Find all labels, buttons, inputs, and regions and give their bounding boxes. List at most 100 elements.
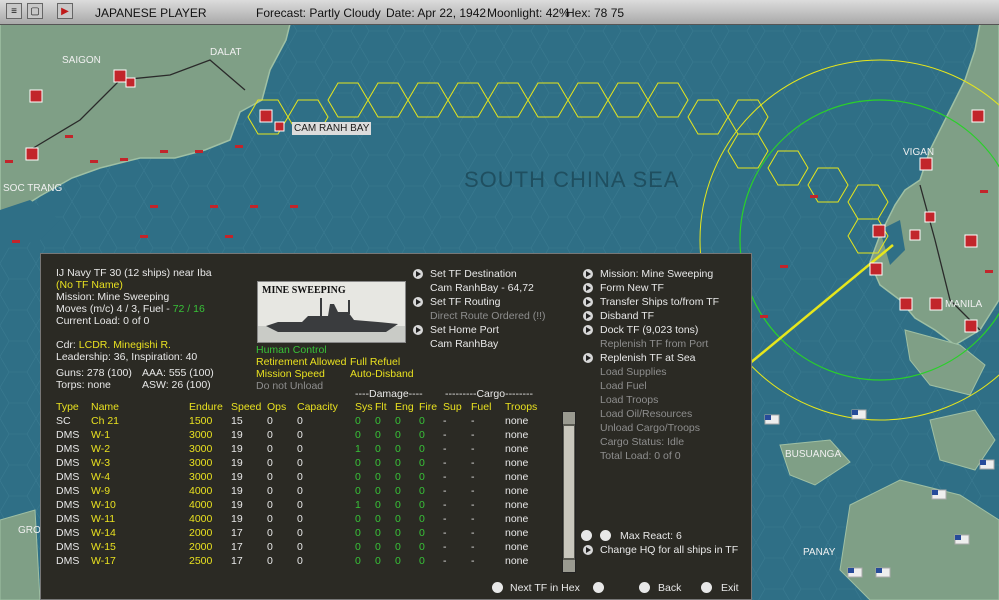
ship-eng-cell: 0 (395, 513, 401, 525)
dock-tf-button[interactable]: Dock TF (9,023 tons) (600, 324, 698, 337)
react-increase-icon[interactable] (600, 530, 611, 541)
ship-name-cell[interactable]: W-10 (91, 499, 116, 512)
ship-endure-cell: 4000 (189, 499, 213, 511)
total-load: Total Load: 0 of 0 (600, 450, 681, 462)
ship-endure-cell: 3000 (189, 457, 213, 469)
set-routing-button[interactable]: Set TF Routing (430, 296, 500, 309)
column-header-troops[interactable]: Troops (505, 401, 537, 414)
ship-fuel-cell: - (471, 457, 475, 469)
transfer-ships-button[interactable]: Transfer Ships to/from TF (600, 296, 719, 309)
column-header-flt[interactable]: Flt (375, 401, 387, 414)
column-header-speed[interactable]: Speed (231, 401, 261, 414)
ship-name-cell[interactable]: Ch 21 (91, 415, 119, 428)
load-troops-button[interactable]: Load Troops (600, 394, 658, 407)
mission-button[interactable]: Mission: Mine Sweeping (600, 268, 713, 281)
play-turn-icon[interactable]: ▶ (57, 3, 73, 19)
ship-name-cell[interactable]: W-11 (91, 513, 115, 526)
next-tf-icon[interactable] (593, 582, 604, 593)
replenish-port-button[interactable]: Replenish TF from Port (600, 338, 708, 351)
column-header-endure[interactable]: Endure (189, 401, 223, 414)
ship-name-cell[interactable]: W-15 (91, 541, 116, 554)
column-header-capacity[interactable]: Capacity (297, 401, 338, 414)
replenish-sea-button-icon[interactable] (583, 353, 593, 363)
moonlight-label: Moonlight: 42% (487, 6, 570, 20)
ship-name-cell[interactable]: W-2 (91, 443, 110, 456)
mission-button-icon[interactable] (583, 269, 593, 279)
form-new-tf-button-icon[interactable] (583, 283, 593, 293)
ship-name-cell[interactable]: W-4 (91, 471, 110, 484)
transfer-ships-button-icon[interactable] (583, 297, 593, 307)
ship-name-cell[interactable]: W-17 (91, 555, 116, 568)
ship-eng-cell: 0 (395, 555, 401, 567)
load-fuel-button[interactable]: Load Fuel (600, 380, 647, 393)
ship-sup-cell: - (443, 443, 447, 455)
set-routing-button-icon[interactable] (413, 297, 423, 307)
map-label-vigan: VIGAN (903, 147, 935, 158)
disband-tf-button[interactable]: Disband TF (600, 310, 654, 323)
back-button[interactable]: Back (658, 582, 681, 595)
set-home-port-button-icon[interactable] (413, 325, 423, 335)
load-oil-button[interactable]: Load Oil/Resources (600, 408, 692, 421)
fuel-value: 72 / 16 (172, 303, 205, 315)
set-destination-button[interactable]: Set TF Destination (430, 268, 517, 281)
set-destination-button-icon[interactable] (413, 269, 423, 279)
menu-icon[interactable]: ≡ (6, 3, 22, 19)
form-new-tf-button[interactable]: Form New TF (600, 282, 664, 295)
column-header-type[interactable]: Type (56, 401, 79, 414)
scroll-down-icon[interactable] (563, 560, 575, 572)
column-header-sup[interactable]: Sup (443, 401, 462, 414)
load-supplies-button[interactable]: Load Supplies (600, 366, 667, 379)
ship-sys-cell: 0 (355, 471, 361, 483)
ship-fuel-cell: - (471, 541, 475, 553)
flag-auto-disband[interactable]: Auto-Disband (350, 368, 414, 381)
ship-sys-cell: 0 (355, 457, 361, 469)
ship-fire-cell: 0 (419, 499, 425, 511)
ship-sys-cell: 0 (355, 485, 361, 497)
column-header-ops[interactable]: Ops (267, 401, 286, 414)
ship-eng-cell: 0 (395, 415, 401, 427)
change-hq-button[interactable]: Change HQ for all ships in TF (600, 544, 738, 557)
ship-flt-cell: 0 (375, 415, 381, 427)
scroll-up-icon[interactable] (563, 412, 575, 424)
ship-troops-cell: none (505, 429, 529, 441)
set-home-port-button[interactable]: Set Home Port (430, 324, 499, 337)
cdr-name[interactable]: LCDR. Minegishi R. (79, 339, 171, 351)
column-header-sys[interactable]: Sys (355, 401, 373, 414)
ship-name-cell[interactable]: W-9 (91, 485, 110, 498)
ship-capacity-cell: 0 (297, 429, 303, 441)
column-header-fuel[interactable]: Fuel (471, 401, 491, 414)
ship-capacity-cell: 0 (297, 499, 303, 511)
prev-tf-icon[interactable] (492, 582, 503, 593)
replenish-sea-button[interactable]: Replenish TF at Sea (600, 352, 696, 365)
minesweeper-ship-image (258, 298, 405, 342)
ship-type-cell: DMS (56, 443, 80, 455)
column-header-fire[interactable]: Fire (419, 401, 437, 414)
date-label: Date: Apr 22, 1942 (386, 6, 487, 20)
ship-fire-cell: 0 (419, 527, 425, 539)
ship-name-cell[interactable]: W-14 (91, 527, 116, 540)
change-hq-button-icon[interactable] (583, 545, 593, 555)
next-tf-button[interactable]: Next TF in Hex (510, 582, 580, 595)
ship-troops-cell: none (505, 541, 529, 553)
unload-cargo-button[interactable]: Unload Cargo/Troops (600, 422, 700, 435)
disband-tf-button-icon[interactable] (583, 311, 593, 321)
ship-fuel-cell: - (471, 513, 475, 525)
ship-class-photo: MINE SWEEPING (257, 281, 406, 343)
ship-list-scrollbar[interactable] (562, 411, 576, 573)
display-icon[interactable]: ▢ (27, 3, 43, 19)
column-header-eng[interactable]: Eng (395, 401, 414, 414)
dock-tf-button-icon[interactable] (583, 325, 593, 335)
exit-button[interactable]: Exit (721, 582, 739, 595)
back-icon[interactable] (639, 582, 650, 593)
exit-icon[interactable] (701, 582, 712, 593)
ship-ops-cell: 0 (267, 471, 273, 483)
flag-do-not-unload[interactable]: Do not Unload (256, 380, 323, 393)
ship-troops-cell: none (505, 457, 529, 469)
react-decrease-icon[interactable] (581, 530, 592, 541)
ship-name-cell[interactable]: W-3 (91, 457, 110, 470)
ship-speed-cell: 17 (231, 527, 243, 539)
scroll-thumb[interactable] (564, 426, 574, 558)
ship-flt-cell: 0 (375, 499, 381, 511)
column-header-name[interactable]: Name (91, 401, 119, 414)
ship-name-cell[interactable]: W-1 (91, 429, 110, 442)
